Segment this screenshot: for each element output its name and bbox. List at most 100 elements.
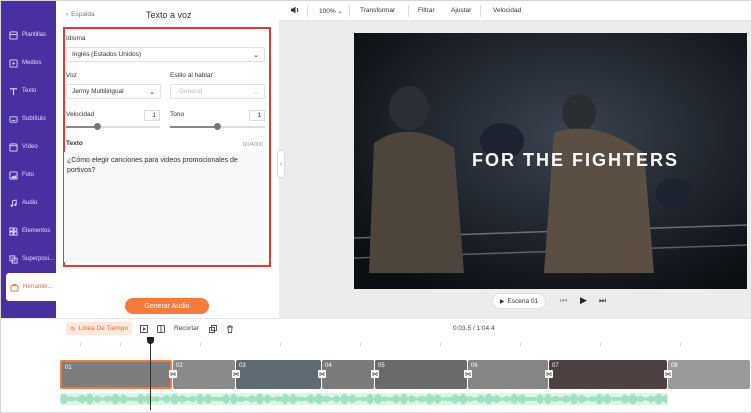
sidebar-item-text[interactable]: Texto: [1, 77, 56, 105]
transition-icon[interactable]: ⋈: [232, 370, 240, 378]
clip[interactable]: 05: [375, 360, 467, 389]
speed-label: Velocidad: [66, 111, 95, 118]
volume-icon[interactable]: [290, 5, 300, 17]
ruler-tick: [520, 343, 521, 346]
edit-toolbar: 100% ⌄ Transformar Filtrar Ajustar Veloc…: [279, 1, 751, 21]
photo-icon: [8, 170, 18, 180]
divider: [307, 5, 308, 17]
sidebar-item-photo[interactable]: Foto: [1, 161, 56, 189]
playhead-handle[interactable]: [147, 337, 154, 344]
ruler-tick: [120, 343, 121, 346]
sidebar-item-label: Texto: [22, 88, 37, 94]
templates-icon: [8, 30, 18, 40]
video-icon: [8, 142, 18, 152]
play-icon: ▶: [499, 298, 505, 305]
text-counter: 60/4000: [243, 142, 263, 148]
speaking-style-select[interactable]: General ⌄: [170, 84, 265, 99]
sidebar-item-label: Superposi...: [22, 256, 55, 262]
text-label: Texto: [66, 140, 83, 147]
chevron-down-icon: ⌄: [253, 52, 259, 59]
delete-icon[interactable]: [225, 324, 234, 333]
timeline-icon: ≋: [70, 325, 76, 333]
generate-audio-button[interactable]: Generar Audio: [125, 298, 209, 314]
tone-slider[interactable]: [170, 123, 265, 130]
chevron-down-icon: ⌄: [149, 89, 155, 96]
media-icon: [8, 58, 18, 68]
language-label: Idioma: [66, 35, 86, 42]
duplicate-icon[interactable]: [208, 324, 217, 333]
video-preview[interactable]: FOR THE FIGHTERS: [354, 33, 747, 289]
sidebar-item-label: Foto: [22, 172, 35, 178]
sidebar-item-label: Plantillas: [22, 32, 47, 38]
tone-slider-knob[interactable]: [214, 123, 221, 130]
clip[interactable]: 03: [236, 360, 321, 389]
text-input[interactable]: ¿Cómo elegir canciones para videos promo…: [64, 152, 264, 262]
ruler-tick: [440, 343, 441, 346]
filter-button[interactable]: Filtrar: [418, 7, 435, 14]
adjust-button[interactable]: Ajustar: [451, 7, 471, 14]
sidebar-item-media[interactable]: Medios: [1, 49, 56, 77]
voice-select[interactable]: Jenny Multilingual ⌄: [66, 84, 161, 99]
sidebar-item-subtitle[interactable]: Subtítulo: [1, 105, 56, 133]
speed-button[interactable]: Velocidad: [493, 7, 521, 14]
time-display: 0:03.5 / 1:04.4: [453, 325, 495, 332]
sidebar-item-label: Herramie...: [23, 284, 53, 290]
sidebar-item-label: Vídeo: [22, 144, 38, 150]
chevron-down-icon: ⌄: [253, 89, 259, 96]
play-button[interactable]: ▶: [580, 295, 587, 306]
overlay-icon: [8, 254, 18, 264]
sidebar-item-templates[interactable]: Plantillas: [1, 21, 56, 49]
divider: [480, 5, 481, 17]
clip[interactable]: 01: [60, 360, 172, 389]
chevron-left-icon: ‹: [66, 11, 69, 18]
playhead[interactable]: [150, 338, 151, 410]
transition-icon[interactable]: ⋈: [371, 370, 379, 378]
transition-icon[interactable]: ⋈: [545, 370, 553, 378]
sidebar-item-tools[interactable]: Herramie...: [6, 273, 56, 301]
panel-title: Texto a voz: [146, 10, 192, 20]
ruler-tick: [360, 343, 361, 346]
transition-icon[interactable]: ⋈: [464, 370, 472, 378]
collapse-panel-button[interactable]: ‹: [277, 150, 285, 178]
add-icon[interactable]: [139, 324, 148, 333]
back-button[interactable]: ‹ Espalda: [66, 11, 95, 18]
transform-button[interactable]: Transformar: [360, 7, 395, 14]
sidebar-item-audio[interactable]: Audio: [1, 189, 56, 217]
clip[interactable]: 06: [468, 360, 548, 389]
sidebar-item-elements[interactable]: Elementos: [1, 217, 56, 245]
sidebar-item-video[interactable]: Vídeo: [1, 133, 56, 161]
previous-icon[interactable]: ⏮: [560, 296, 567, 306]
elements-icon: [8, 226, 18, 236]
ruler-tick: [600, 343, 601, 346]
scene-selector[interactable]: ▶ Escena 01: [492, 293, 546, 309]
ruler-tick: [680, 343, 681, 346]
clip[interactable]: 02: [173, 360, 235, 389]
speed-slider-knob[interactable]: [94, 123, 101, 130]
tone-input[interactable]: 1: [249, 110, 265, 121]
clip[interactable]: 07: [549, 360, 667, 389]
transition-icon[interactable]: ⋈: [169, 370, 177, 378]
next-icon[interactable]: ⏭: [599, 296, 606, 306]
ruler-tick: [200, 343, 201, 346]
zoom-select[interactable]: 100% ⌄: [319, 7, 343, 15]
split-icon[interactable]: [156, 324, 165, 333]
audio-icon: [8, 198, 18, 208]
timeline-tab[interactable]: ≋ Línea De Tiempo: [66, 322, 132, 335]
sidebar-item-label: Elementos: [22, 228, 51, 234]
transition-icon[interactable]: ⋈: [664, 370, 672, 378]
chevron-down-icon: ⌄: [337, 8, 343, 15]
text-to-speech-panel: ‹ Espalda Texto a voz Idioma Inglés (Esta…: [56, 1, 278, 318]
transition-icon[interactable]: ⋈: [318, 370, 326, 378]
voice-label: Voz: [66, 72, 77, 79]
sidebar-item-overlay[interactable]: Superposi...: [1, 245, 56, 273]
video-track: 01 02 03 04 05 06 07 08 ⋈ ⋈ ⋈ ⋈ ⋈ ⋈ ⋈: [60, 360, 750, 390]
clip[interactable]: 08: [668, 360, 750, 389]
audio-track[interactable]: [59, 393, 668, 405]
video-overlay-title[interactable]: FOR THE FIGHTERS: [472, 150, 679, 171]
crop-button[interactable]: Recortar: [174, 325, 199, 332]
clip[interactable]: 04: [322, 360, 374, 389]
chevron-left-icon: ‹: [279, 160, 283, 168]
language-select[interactable]: Inglés (Estados Unidos) ⌄: [66, 47, 265, 62]
speed-input[interactable]: 1: [144, 110, 160, 121]
speed-slider[interactable]: [66, 123, 160, 130]
